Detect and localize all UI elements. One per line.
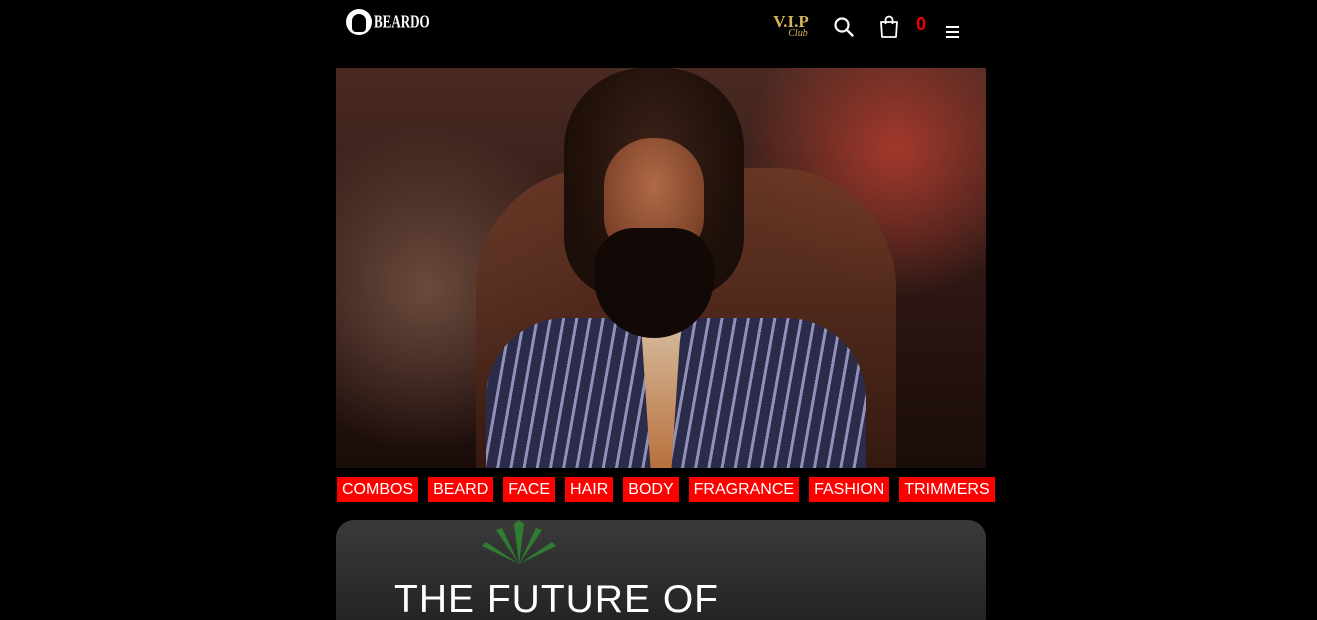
promo-banner[interactable]: THE FUTURE OF xyxy=(336,520,986,620)
hamburger-menu-icon[interactable] xyxy=(946,26,962,40)
cart-count-badge: 0 xyxy=(916,14,927,34)
beard-face-icon xyxy=(346,9,372,35)
hero-banner[interactable] xyxy=(336,68,986,468)
search-icon[interactable] xyxy=(833,16,855,38)
promo-title: THE FUTURE OF xyxy=(394,578,719,620)
shopping-bag-icon[interactable] xyxy=(878,15,900,39)
category-beard[interactable]: BEARD xyxy=(428,477,494,502)
logo-text: BEARDO xyxy=(374,10,430,32)
category-trimmers[interactable]: TRIMMERS xyxy=(899,477,995,502)
category-hair[interactable]: HAIR xyxy=(565,477,614,502)
category-fashion[interactable]: FASHION xyxy=(809,477,890,502)
category-combos[interactable]: COMBOS xyxy=(337,477,419,502)
vip-club-sub-text: Club xyxy=(788,28,808,39)
category-fragrance[interactable]: FRAGRANCE xyxy=(688,477,800,502)
category-face[interactable]: FACE xyxy=(503,477,556,502)
category-nav: COMBOS BEARD FACE HAIR BODY FRAGRANCE FA… xyxy=(337,477,995,502)
site-header: BEARDO V.I.P Club 0 xyxy=(336,0,986,68)
category-body[interactable]: BODY xyxy=(623,477,679,502)
beardo-logo[interactable]: BEARDO xyxy=(346,6,430,38)
hemp-leaf-icon xyxy=(482,520,556,564)
vip-club-link[interactable]: V.I.P Club xyxy=(770,13,812,44)
